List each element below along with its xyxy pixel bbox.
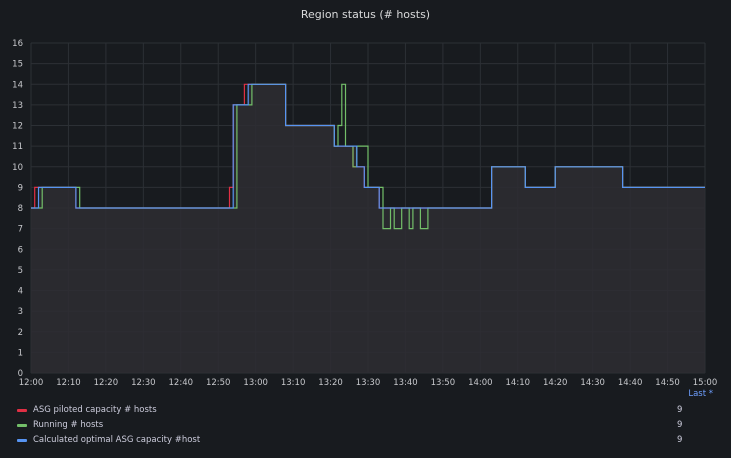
chart-svg: 012345678910111213141516 12:00 12:10 12:20… (12, 39, 718, 386)
x-tick-label: 12:30 (131, 378, 156, 386)
x-tick-label: 12:00 (19, 378, 44, 386)
x-tick-label: 13:20 (318, 378, 343, 386)
legend-item-asg-piloted[interactable]: ASG piloted capacity # hosts 9 (17, 403, 697, 417)
x-tick-label: 13:50 (431, 378, 456, 386)
x-tick-label: 13:30 (356, 378, 381, 386)
y-tick-label: 4 (18, 287, 23, 297)
y-tick-label: 11 (12, 142, 23, 152)
legend-last-value: 9 (677, 420, 683, 430)
x-tick-label: 15:00 (693, 378, 718, 386)
y-tick-label: 16 (12, 39, 23, 49)
y-tick-label: 7 (18, 225, 23, 235)
y-tick-label: 12 (12, 122, 23, 132)
x-tick-label: 14:20 (543, 378, 568, 386)
legend-series-name: Calculated optimal ASG capacity #host (33, 435, 201, 445)
legend-last-value: 9 (677, 435, 683, 445)
legend-last-value: 9 (677, 405, 683, 415)
x-tick-label: 14:10 (506, 378, 531, 386)
legend-swatch (17, 408, 27, 412)
y-tick-label: 14 (12, 80, 23, 90)
y-tick-label: 15 (12, 60, 23, 70)
y-tick-label: 10 (12, 163, 23, 173)
x-tick-label: 13:40 (393, 378, 418, 386)
y-tick-label: 8 (18, 204, 23, 214)
y-tick-label: 5 (18, 266, 23, 276)
y-tick-label: 1 (18, 348, 23, 358)
x-tick-label: 12:50 (206, 378, 231, 386)
y-tick-label: 6 (18, 245, 23, 255)
y-tick-label: 13 (12, 101, 23, 111)
legend-series-name: ASG piloted capacity # hosts (33, 405, 157, 415)
x-tick-label: 14:40 (618, 378, 643, 386)
chart-panel: Region status (# hosts) 0 1 2 3 4 5 6 7 8 9 10 11 12… (0, 0, 731, 458)
x-tick-label: 12:20 (94, 378, 119, 386)
y-tick-label: 9 (18, 183, 23, 193)
y-tick-label: 3 (18, 307, 23, 317)
x-axis-ticks: 12:00 12:10 12:20 12:30 12:40 12:50 13:00 13:10… (19, 378, 718, 386)
x-tick-label: 13:00 (243, 378, 268, 386)
legend-series-name: Running # hosts (33, 420, 104, 430)
x-tick-label: 14:00 (468, 378, 493, 386)
legend-swatch (17, 438, 27, 442)
legend: Last * ASG piloted capacity # hosts 9 Ru… (0, 386, 731, 458)
x-tick-label: 12:40 (169, 378, 194, 386)
x-tick-label: 13:10 (281, 378, 306, 386)
y-axis-ticks: 012345678910111213141516 (12, 39, 23, 379)
x-tick-label: 12:10 (56, 378, 81, 386)
legend-swatch (17, 423, 27, 427)
x-tick-label: 14:50 (655, 378, 680, 386)
y-tick-label: 2 (18, 328, 23, 338)
x-tick-label: 14:30 (580, 378, 605, 386)
legend-item-calculated-optimal[interactable]: Calculated optimal ASG capacity #host 9 (17, 433, 697, 447)
legend-sort-header[interactable]: Last * (688, 389, 713, 399)
legend-item-running[interactable]: Running # hosts 9 (17, 418, 697, 432)
